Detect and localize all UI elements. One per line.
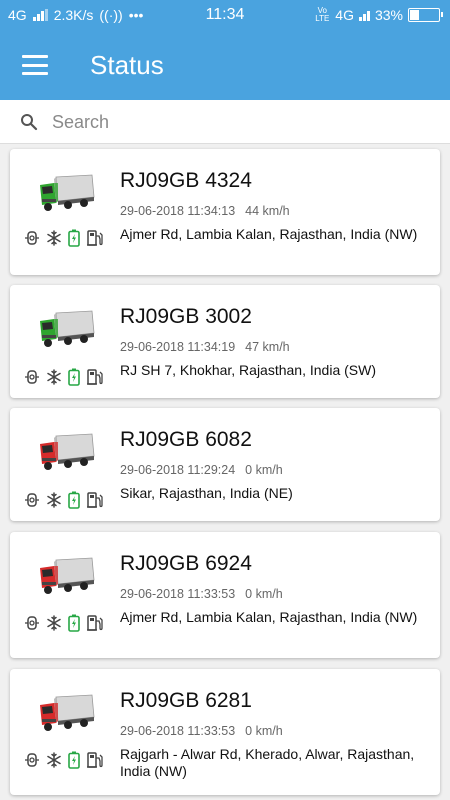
volte-icon: Vo LTE (315, 6, 330, 23)
status-icons (24, 368, 104, 386)
battery-icon (408, 8, 443, 22)
app-bar: Status (0, 30, 450, 100)
ac-snowflake-icon (47, 230, 61, 246)
vehicle-datetime: 29-06-2018 11:29:24 (120, 463, 236, 477)
vehicle-address: RJ SH 7, Khokhar, Rajasthan, India (SW) (120, 362, 376, 378)
truck-icon (40, 174, 95, 211)
network-type-right: 4G (335, 7, 354, 23)
ignition-icon (25, 231, 39, 245)
search-input[interactable] (52, 108, 432, 136)
battery-charging-icon (68, 751, 80, 769)
vehicle-plate: RJ09GB 6082 (120, 428, 252, 451)
status-icons (24, 614, 104, 632)
hamburger-menu-icon[interactable] (22, 55, 48, 75)
vehicle-datetime: 29-06-2018 11:34:19 (120, 340, 236, 354)
search-bar (0, 100, 450, 144)
vehicle-address: Rajgarh - Alwar Rd, Kherado, Alwar, Raja… (120, 746, 415, 779)
battery-charging-icon (68, 368, 80, 386)
vehicle-speed: 0 km/h (245, 463, 283, 477)
vehicle-speed: 44 km/h (245, 204, 290, 218)
vehicle-card[interactable]: RJ09GB 3002 29-06-2018 11:34:19 47 km/h R… (10, 285, 440, 398)
vehicle-plate: RJ09GB 6281 (120, 689, 252, 712)
vehicle-speed: 0 km/h (245, 724, 283, 738)
vehicle-meta: 29-06-2018 11:29:24 0 km/h (120, 463, 283, 477)
battery-charging-icon (68, 614, 80, 632)
vehicle-meta: 29-06-2018 11:33:53 0 km/h (120, 724, 283, 738)
vehicle-datetime: 29-06-2018 11:33:53 (120, 724, 236, 738)
page-title: Status (90, 50, 164, 80)
ignition-icon (25, 370, 39, 384)
vehicle-meta: 29-06-2018 11:34:13 44 km/h (120, 204, 290, 218)
fuel-pump-icon (87, 492, 103, 508)
vehicle-card[interactable]: RJ09GB 6082 29-06-2018 11:29:24 0 km/h Si… (10, 408, 440, 521)
vehicle-speed: 0 km/h (245, 587, 283, 601)
vehicle-address: Ajmer Rd, Lambia Kalan, Rajasthan, India… (120, 226, 418, 242)
truck-icon (40, 433, 95, 470)
vehicle-meta: 29-06-2018 11:34:19 47 km/h (120, 340, 290, 354)
ac-snowflake-icon (47, 369, 61, 385)
vehicle-meta: 29-06-2018 11:33:53 0 km/h (120, 587, 283, 601)
fuel-pump-icon (87, 230, 103, 246)
ac-snowflake-icon (47, 615, 61, 631)
vehicle-plate: RJ09GB 3002 (120, 305, 252, 328)
vehicle-card[interactable]: RJ09GB 6281 29-06-2018 11:33:53 0 km/h Ra… (10, 669, 440, 795)
vehicle-speed: 47 km/h (245, 340, 290, 354)
truck-icon (40, 310, 95, 347)
vehicle-datetime: 29-06-2018 11:33:53 (120, 587, 236, 601)
status-icons (24, 751, 104, 769)
ignition-icon (25, 493, 39, 507)
vehicle-card[interactable]: RJ09GB 6924 29-06-2018 11:33:53 0 km/h Aj… (10, 532, 440, 658)
vehicle-address: Ajmer Rd, Lambia Kalan, Rajasthan, India… (120, 609, 418, 625)
battery-percent: 33% (374, 7, 403, 23)
ignition-icon (25, 616, 39, 630)
truck-icon (40, 694, 95, 731)
vehicle-address: Sikar, Rajasthan, India (NE) (120, 485, 293, 501)
search-icon (21, 114, 38, 131)
fuel-pump-icon (87, 369, 103, 385)
vehicle-plate: RJ09GB 6924 (120, 552, 252, 575)
signal-icon-right (358, 9, 370, 21)
battery-charging-icon (68, 491, 80, 509)
vehicle-datetime: 29-06-2018 11:34:13 (120, 204, 236, 218)
status-icons (24, 229, 104, 247)
vehicle-card[interactable]: RJ09GB 4324 29-06-2018 11:34:13 44 km/h A… (10, 149, 440, 275)
fuel-pump-icon (87, 615, 103, 631)
status-icons (24, 491, 104, 509)
vehicle-plate: RJ09GB 4324 (120, 169, 252, 192)
ignition-icon (25, 753, 39, 767)
fuel-pump-icon (87, 752, 103, 768)
vehicle-list: RJ09GB 4324 29-06-2018 11:34:13 44 km/h A… (0, 144, 450, 800)
ac-snowflake-icon (47, 752, 61, 768)
battery-charging-icon (68, 229, 80, 247)
ac-snowflake-icon (47, 492, 61, 508)
status-bar: 4G 2.3K/s ((·)) ••• 11:34 Vo LTE 4G 33% (0, 0, 450, 30)
truck-icon (40, 557, 95, 594)
